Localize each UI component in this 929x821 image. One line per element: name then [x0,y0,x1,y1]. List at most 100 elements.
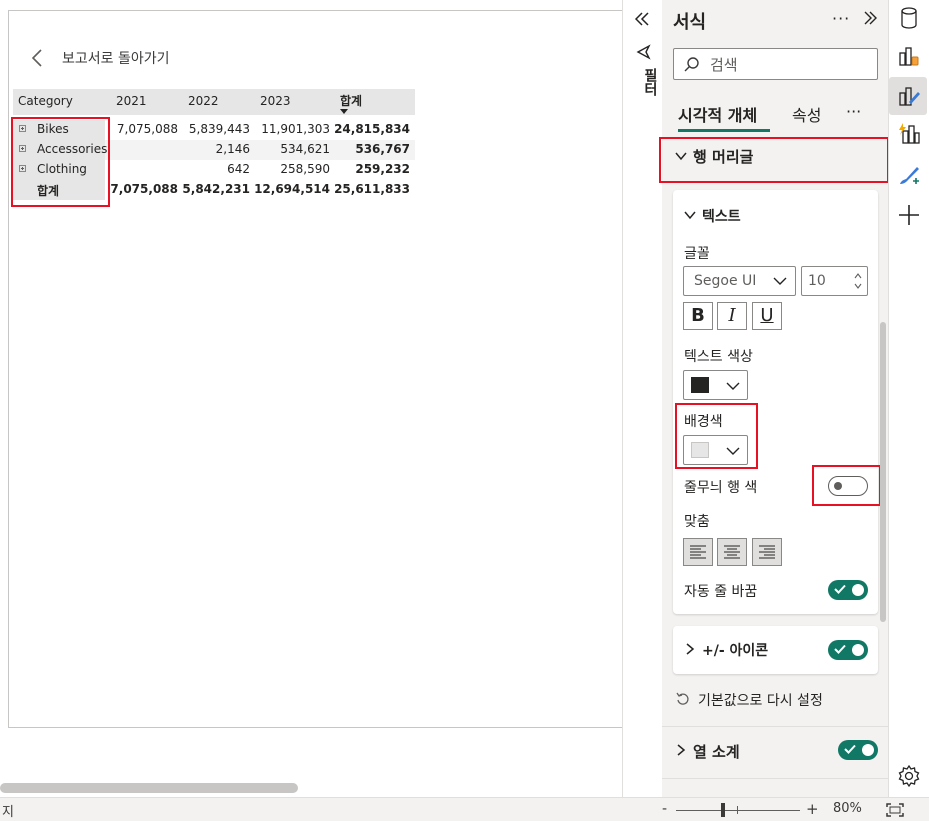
search-icon [684,57,699,72]
sort-descending-icon [340,109,348,114]
subsection-plus-minus-icons[interactable]: +/- 아이콘 [702,640,768,660]
align-right-button[interactable] [752,538,782,566]
stepper-arrows-icon[interactable] [853,270,863,292]
align-left-button[interactable] [683,538,713,566]
toggle-knob [852,644,864,656]
text-color-label: 텍스트 색상 [684,349,753,365]
format-visual-icon[interactable] [897,84,921,108]
right-rail [888,0,929,797]
column-header-total[interactable]: 합계 [340,92,362,109]
bold-button[interactable]: B [683,302,713,330]
chevron-down-icon [726,382,740,390]
font-label: 글꼴 [684,246,710,262]
column-header-2022[interactable]: 2022 [188,94,219,108]
expand-pane-chevrons-icon[interactable] [633,10,651,28]
plus-minus-icons-toggle[interactable] [828,640,868,660]
active-tab-indicator [678,129,770,132]
analytics-icon[interactable] [897,122,921,146]
text-color-swatch [691,377,709,393]
font-family-value: Segoe UI [694,273,757,289]
pane-more-options[interactable]: ··· [832,9,850,28]
zoom-slider-tick [737,806,738,814]
table-cell-total: 24,815,834 [334,122,410,136]
highlight-row-headers-section [659,137,889,183]
add-brush-icon[interactable] [897,164,921,188]
underline-button[interactable]: U [752,302,782,330]
column-header-category[interactable]: Category [18,94,73,108]
align-left-icon [690,545,706,559]
fit-to-page-icon[interactable] [886,803,904,817]
zoom-in-button[interactable]: + [806,800,819,818]
table-cell: 534,621 [280,142,330,156]
status-bar [0,797,929,821]
add-plus-icon[interactable] [897,203,921,227]
table-cell: 7,075,088 [116,122,178,136]
text-color-picker[interactable] [683,370,748,400]
checkmark-icon [844,744,856,754]
tab-general[interactable]: 속성 [792,102,821,126]
table-cell-total: 259,232 [355,162,410,176]
chevron-right-icon[interactable] [675,744,687,756]
table-cell: 5,842,231 [182,182,250,196]
build-visual-icon[interactable] [897,44,921,68]
table-cell: 12,694,514 [254,182,330,196]
word-wrap-toggle[interactable] [828,580,868,600]
table-cell: 258,590 [280,162,330,176]
back-arrow-icon[interactable] [30,48,44,68]
subsection-text[interactable]: 텍스트 [702,206,741,226]
section-column-subtotals[interactable]: 열 소계 [693,741,740,762]
zoom-slider-track[interactable] [676,810,800,811]
tabs-more-options[interactable]: ··· [846,102,861,121]
settings-gear-icon[interactable] [897,764,921,788]
search-placeholder: 검색 [710,56,738,74]
word-wrap-label: 자동 줄 바꿈 [684,584,758,600]
checkmark-icon [834,644,846,654]
table-cell: 642 [227,162,250,176]
reset-icon[interactable] [676,692,690,706]
chevron-right-icon[interactable] [684,643,696,655]
filters-pane-collapsed [622,0,662,797]
table-cell-total: 25,611,833 [334,182,410,196]
table-cell: 5,839,443 [188,122,250,136]
highlight-row-headers [11,117,110,207]
back-to-report-link[interactable]: 보고서로 돌아가기 [62,48,170,68]
align-center-button[interactable] [717,538,747,566]
pane-scrollbar[interactable] [880,322,886,622]
collapse-pane-chevrons-icon[interactable] [862,10,878,26]
table-cell: 2,146 [215,142,250,156]
chevron-down-icon[interactable] [684,209,696,221]
zoom-out-button[interactable]: - [662,801,667,817]
align-center-icon [724,545,740,559]
align-right-icon [759,545,775,559]
section-divider [662,778,888,779]
pane-title: 서식 [673,12,707,33]
alignment-label: 맞춤 [684,514,710,530]
table-cell: 7,075,088 [110,182,178,196]
font-family-dropdown[interactable]: Segoe UI [683,266,796,296]
filters-label[interactable]: 필터 [640,68,660,96]
table-cell-total: 536,767 [355,142,410,156]
reset-to-default-link[interactable]: 기본값으로 다시 설정 [698,690,823,710]
table-cell: 11,901,303 [261,122,330,136]
filter-funnel-icon[interactable] [636,44,652,60]
horizontal-scrollbar[interactable] [0,783,298,793]
column-header-2023[interactable]: 2023 [260,94,291,108]
column-subtotals-toggle[interactable] [838,740,878,760]
banded-rows-label: 줄무늬 행 색 [684,480,758,496]
column-header-2021[interactable]: 2021 [116,94,147,108]
data-cylinder-icon[interactable] [897,6,921,30]
tab-visual[interactable]: 시각적 개체 [678,102,757,126]
zoom-level[interactable]: 80% [833,801,862,816]
matrix-header: Category 2021 2022 2023 합계 [13,89,415,115]
page-indicator-text: 지 [2,805,14,820]
search-input[interactable] [673,48,878,80]
chevron-down-icon [773,277,787,285]
italic-button[interactable]: I [717,302,747,330]
font-size-value: 10 [808,273,826,289]
highlight-banded-toggle [812,465,881,506]
zoom-slider-thumb[interactable] [721,803,725,817]
toggle-knob [862,744,874,756]
font-size-stepper[interactable]: 10 [801,266,868,296]
checkmark-icon [834,584,846,594]
highlight-background-color [675,403,758,469]
